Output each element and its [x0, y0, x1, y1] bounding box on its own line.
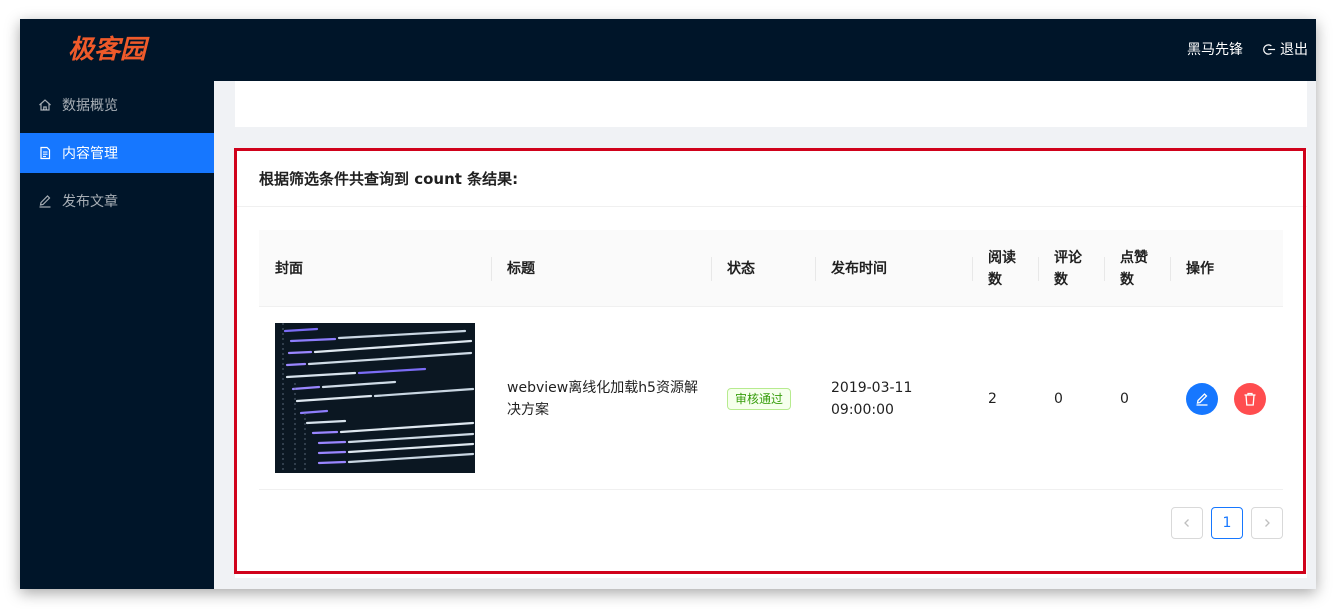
like-count: 0 — [1120, 390, 1129, 407]
sidebar-item-label: 内容管理 — [62, 146, 118, 162]
sidebar-item-label: 发布文章 — [62, 194, 118, 210]
table-header: 封面 标题 状态 发布时间 阅读数 评论数 点赞数 操作 — [259, 230, 1283, 307]
chevron-right-icon — [1265, 519, 1270, 527]
column-header-label: 阅读数 — [988, 249, 1016, 288]
status-badge: 审核通过 — [727, 387, 792, 410]
column-header-label: 点赞数 — [1120, 249, 1148, 288]
logout-icon — [1263, 43, 1276, 55]
username: 黑马先锋 — [1187, 42, 1243, 58]
table-row: webview离线化加载h5资源解决方案 审核通过 2019-03-11 09:… — [259, 307, 1283, 490]
home-icon — [39, 99, 51, 111]
logout-label: 退出 — [1280, 42, 1308, 58]
results-header: 根据筛选条件共查询到 count 条结果: — [235, 150, 1307, 207]
app-window: 极客园 黑马先锋 退出 数据概览 内容管理 发布文章 根据筛选条件共查询到 co… — [20, 19, 1316, 589]
logout-button[interactable]: 退出 — [1263, 39, 1308, 59]
filter-card — [235, 81, 1307, 127]
sidebar: 数据概览 内容管理 发布文章 — [20, 81, 214, 589]
column-header-actions: 操作 — [1186, 260, 1214, 277]
column-header-like-count: 点赞数 — [1104, 230, 1170, 307]
comment-count: 0 — [1054, 390, 1063, 407]
column-header-publish-time: 发布时间 — [831, 260, 887, 277]
actions-cell — [1186, 307, 1282, 490]
column-header-cover: 封面 — [275, 260, 303, 277]
pagination: 1 — [1171, 507, 1283, 539]
top-header: 极客园 黑马先锋 退出 — [20, 19, 1316, 81]
sidebar-item-dashboard[interactable]: 数据概览 — [20, 85, 214, 125]
edit-icon — [39, 195, 51, 208]
column-header-title: 标题 — [507, 260, 535, 277]
sidebar-item-content[interactable]: 内容管理 — [20, 133, 214, 173]
sidebar-item-label: 数据概览 — [62, 98, 118, 114]
app-logo: 极客园 — [68, 35, 147, 65]
column-header-status: 状态 — [727, 260, 755, 277]
column-header-label: 评论数 — [1054, 249, 1082, 288]
article-title: webview离线化加载h5资源解决方案 — [507, 379, 698, 418]
user-area: 黑马先锋 退出 — [1187, 39, 1308, 59]
chevron-left-icon — [1184, 519, 1189, 527]
edit-icon — [1196, 392, 1208, 406]
page-number-button[interactable]: 1 — [1211, 507, 1243, 539]
main-content: 根据筛选条件共查询到 count 条结果: 封面 标题 状态 发布时间 阅读数 — [214, 81, 1316, 589]
document-icon — [40, 146, 51, 160]
read-count: 2 — [988, 390, 997, 407]
results-card: 根据筛选条件共查询到 count 条结果: 封面 标题 状态 发布时间 阅读数 — [235, 150, 1307, 578]
sidebar-item-publish[interactable]: 发布文章 — [20, 181, 214, 221]
edit-article-button[interactable] — [1186, 382, 1218, 415]
article-cover-image — [275, 323, 475, 473]
code-screenshot-image — [275, 323, 475, 473]
column-header-comment-count: 评论数 — [1038, 230, 1104, 307]
status-cell: 审核通过 — [727, 307, 817, 490]
next-page-button[interactable] — [1251, 507, 1283, 539]
trash-icon — [1244, 392, 1256, 406]
articles-table: 封面 标题 状态 发布时间 阅读数 评论数 点赞数 操作 webview离线化加… — [259, 230, 1283, 490]
delete-article-button[interactable] — [1234, 382, 1266, 415]
publish-time: 2019-03-11 09:00:00 — [831, 379, 913, 418]
prev-page-button[interactable] — [1171, 507, 1203, 539]
column-header-read-count: 阅读数 — [972, 230, 1038, 307]
